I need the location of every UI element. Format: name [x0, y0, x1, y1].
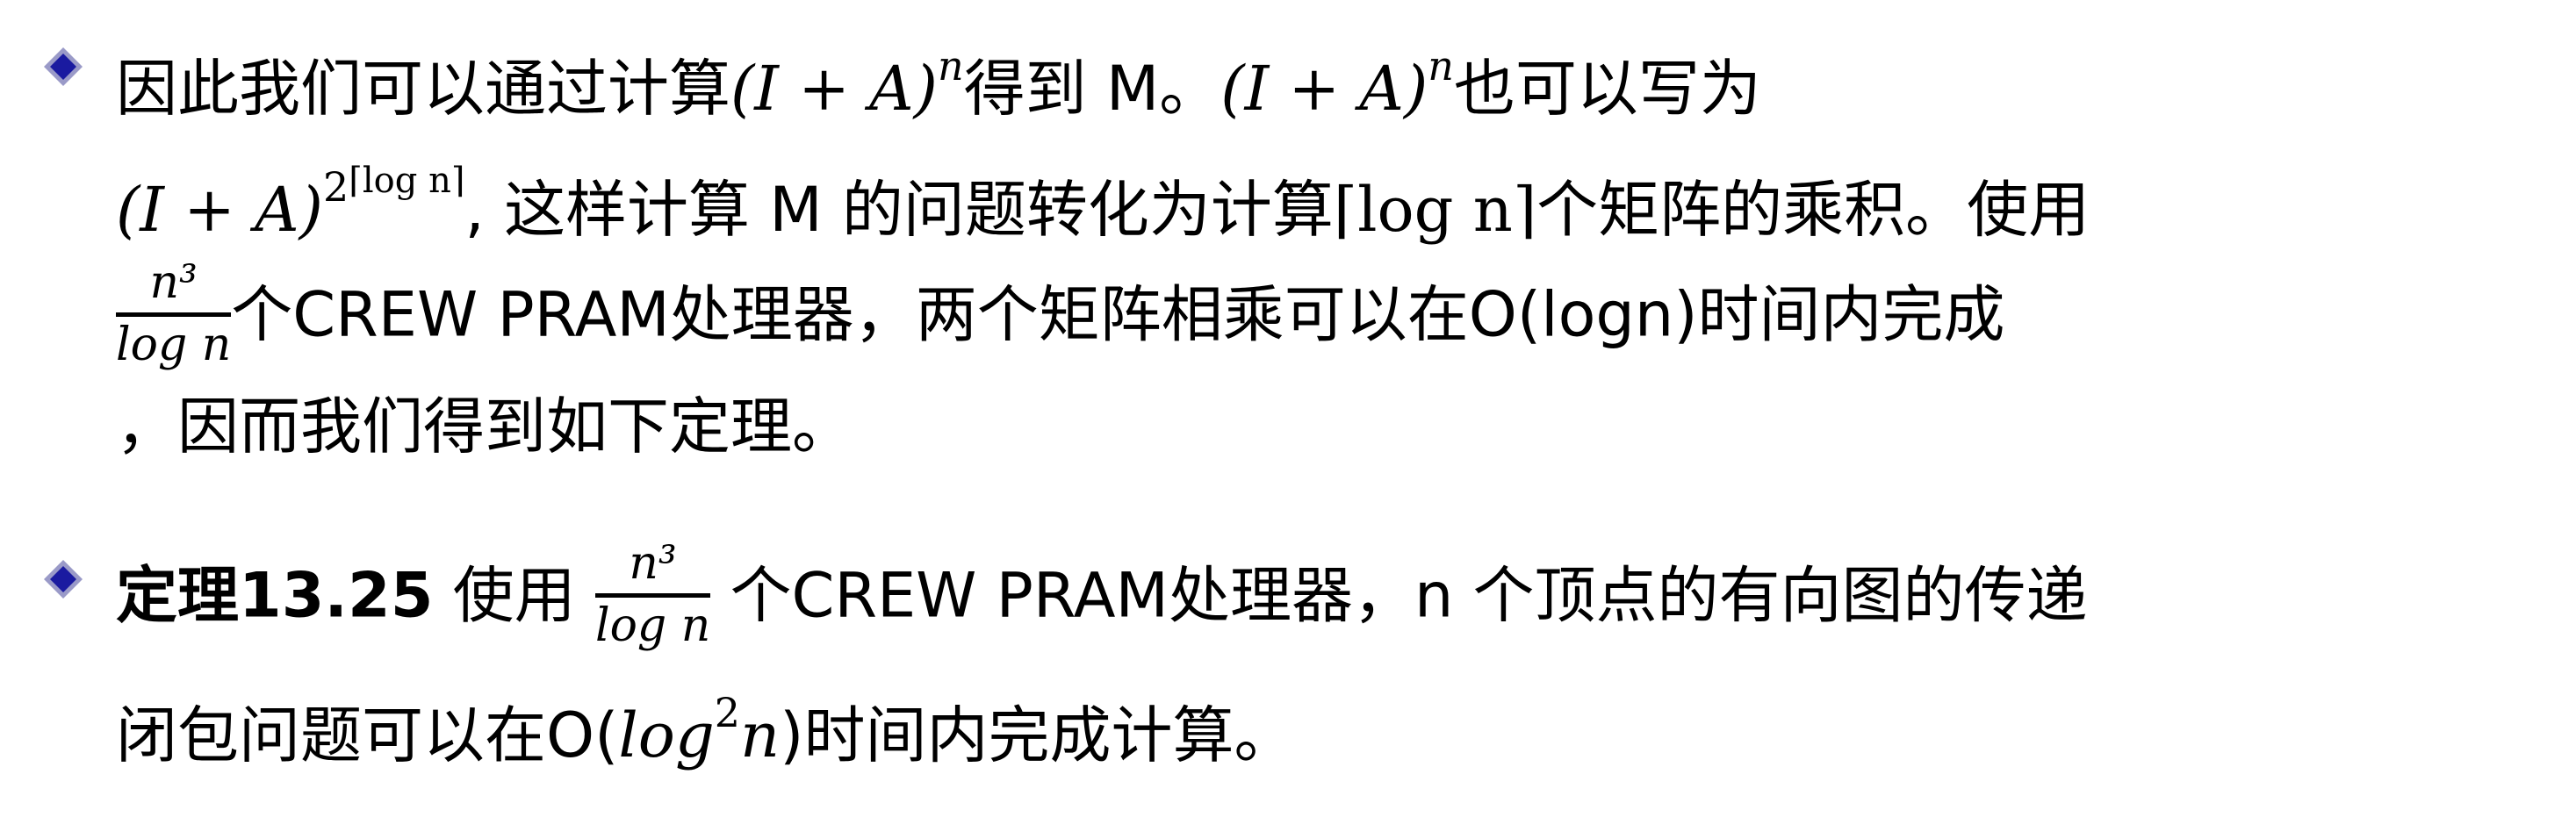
bullet-1-line-2: (I + A)2⌈log n⌉, 这样计算 M 的问题转化为计算⌈log n⌉个…	[116, 144, 2090, 246]
fraction-n3-over-logn: n³ log n	[116, 256, 232, 371]
bullet-1-line-3: n³ log n 个CREW PRAM处理器，两个矩阵相乘可以在O(logn)时间内…	[116, 258, 2005, 369]
math-exponent: n	[1428, 42, 1454, 90]
fraction-numerator: n³	[629, 537, 677, 590]
bullet-2-line-1: 定理13.25 使用 n³ log n 个CREW PRAM处理器，n 个顶点的有…	[116, 539, 2088, 650]
math-exponent: 2	[714, 689, 741, 736]
theorem-label: 定理13.25	[116, 559, 434, 632]
fraction-bar	[594, 593, 711, 598]
text-segment: 因此我们可以通过计算	[116, 53, 730, 125]
text-segment: 个CREW PRAM处理器，两个矩阵相乘可以在O(logn)时间内完成	[231, 278, 2005, 351]
text-segment: , 这样计算 M 的问题转化为计算	[464, 174, 1334, 246]
math-exponent: n	[937, 42, 964, 90]
diamond-bullet-icon	[44, 560, 83, 599]
slide: 因此我们可以通过计算(I + A)n得到 M。(I + A)n也可以写为 (I …	[0, 0, 2576, 839]
text-segment: 得到 M。	[963, 53, 1221, 125]
math-i-plus-a: (I + A)	[116, 174, 323, 246]
fraction-denominator: log n	[116, 319, 232, 371]
text-segment: )时间内完成计算。	[780, 699, 1296, 771]
text-segment: 个矩阵的乘积。使用	[1536, 174, 2090, 246]
math-ceil-log-n: ⌈log n⌉	[349, 161, 465, 201]
fraction-bar	[116, 312, 232, 317]
math-log: log	[618, 699, 715, 771]
text-segment: 使用	[433, 559, 595, 632]
bullet-1-line-1: 因此我们可以通过计算(I + A)n得到 M。(I + A)n也可以写为	[116, 29, 1761, 125]
text-segment: 个CREW PRAM处理器，n 个顶点的有向图的传递	[710, 559, 2088, 632]
math-n: n	[740, 699, 781, 771]
text-segment: 闭包问题可以在O(	[116, 699, 619, 771]
bullet-2-line-2: 闭包问题可以在O(log2n)时间内完成计算。	[116, 676, 1295, 771]
math-exponent-two: 2	[322, 163, 349, 211]
text-segment: ，因而我们得到如下定理。	[116, 391, 853, 463]
math-i-plus-a: (I + A)	[730, 53, 938, 125]
text-segment: 也可以写为	[1453, 53, 1761, 125]
fraction-n3-over-logn: n³ log n	[594, 537, 711, 652]
math-ceil-log-n: ⌈log n⌉	[1333, 174, 1537, 246]
diamond-bullet-icon	[44, 47, 83, 86]
fraction-denominator: log n	[594, 599, 711, 652]
bullet-1-line-4: ，因而我们得到如下定理。	[116, 390, 853, 469]
fraction-numerator: n³	[149, 256, 198, 309]
math-i-plus-a: (I + A)	[1220, 53, 1428, 125]
